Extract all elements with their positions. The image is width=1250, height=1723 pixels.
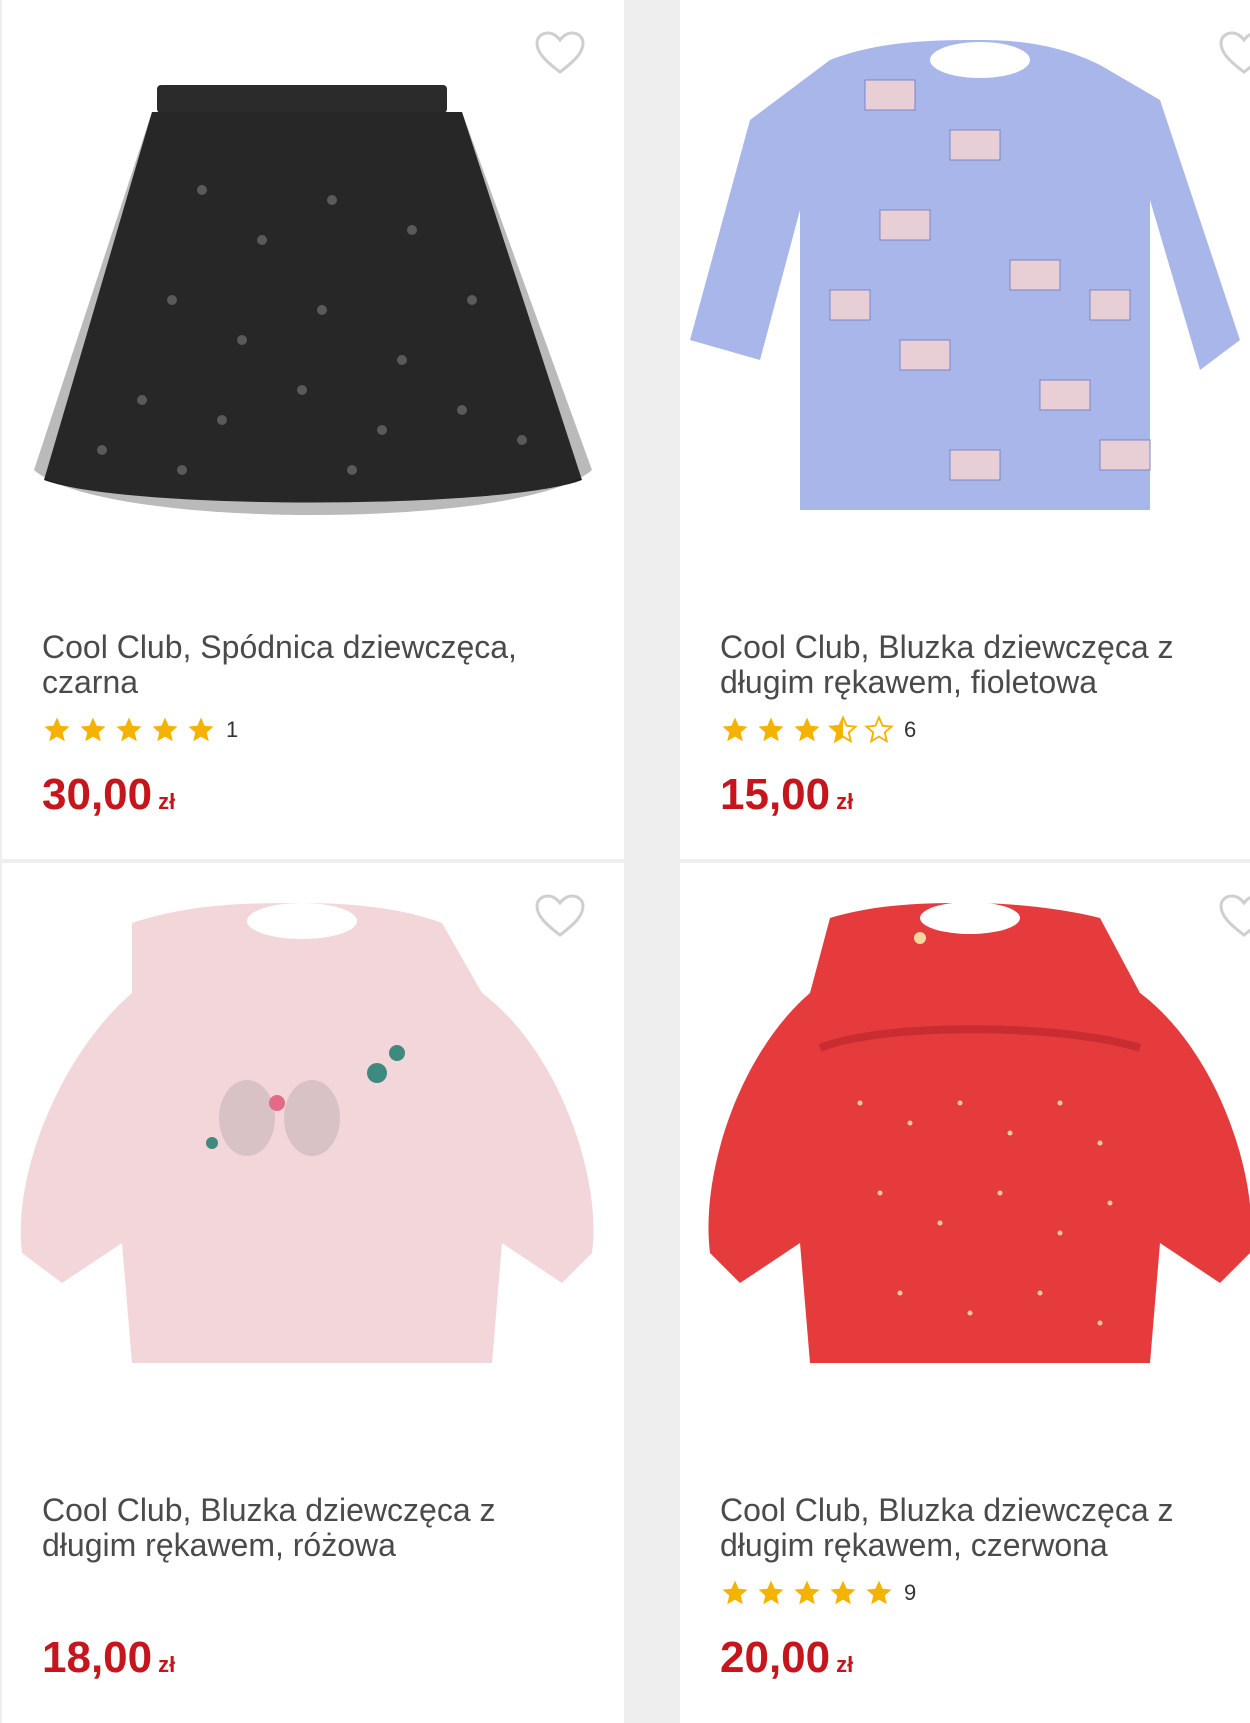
star-half-icon — [828, 715, 858, 744]
star-full-icon — [866, 1580, 892, 1605]
product-rating: 9 — [720, 1576, 916, 1610]
price-value: 30,00 — [42, 770, 153, 819]
pink-long-sleeve-blouse-image[interactable] — [2, 903, 624, 1423]
price-value: 20,00 — [720, 1633, 831, 1682]
star-full-icon — [116, 717, 142, 742]
red-long-sleeve-blouse-image[interactable] — [680, 903, 1250, 1423]
product-title[interactable]: Cool Club, Bluzka dziewczęca z długim rę… — [720, 630, 1250, 700]
product-price: 20,00 zł — [720, 1633, 853, 1683]
star-full-icon — [722, 1580, 748, 1605]
product-card[interactable]: Cool Club, Bluzka dziewczęca z długim rę… — [680, 863, 1250, 1723]
product-card[interactable]: Cool Club, Bluzka dziewczęca z długim rę… — [2, 863, 624, 1723]
rating-count: 9 — [904, 1580, 917, 1605]
rating-count: 6 — [904, 717, 917, 742]
rating-count: 1 — [226, 717, 239, 742]
price-currency: zł — [836, 1652, 854, 1677]
star-full-icon — [722, 717, 748, 742]
product-rating: 6 — [720, 713, 916, 747]
star-full-icon — [80, 717, 106, 742]
product-card[interactable]: Cool Club, Spódnica dziewczęca, czarna 1… — [2, 0, 624, 859]
star-full-icon — [794, 1580, 820, 1605]
product-price: 30,00 zł — [42, 770, 175, 820]
product-title[interactable]: Cool Club, Bluzka dziewczęca z długim rę… — [720, 1493, 1250, 1563]
product-price: 18,00 zł — [42, 1633, 175, 1683]
star-full-icon — [758, 1580, 784, 1605]
price-currency: zł — [836, 789, 854, 814]
star-empty-icon — [864, 715, 894, 744]
product-title[interactable]: Cool Club, Spódnica dziewczęca, czarna — [42, 630, 582, 700]
star-full-icon — [830, 1580, 856, 1605]
price-value: 15,00 — [720, 770, 831, 819]
star-full-icon — [188, 717, 214, 742]
star-full-icon — [152, 717, 178, 742]
star-full-icon — [794, 717, 820, 742]
black-tulle-skirt-image[interactable] — [2, 40, 624, 560]
star-full-icon — [44, 717, 70, 742]
product-title[interactable]: Cool Club, Bluzka dziewczęca z długim rę… — [42, 1493, 582, 1563]
price-currency: zł — [158, 1652, 176, 1677]
product-rating: 1 — [42, 713, 238, 747]
price-value: 18,00 — [42, 1633, 153, 1682]
price-currency: zł — [158, 789, 176, 814]
product-card[interactable]: Cool Club, Bluzka dziewczęca z długim rę… — [680, 0, 1250, 859]
product-price: 15,00 zł — [720, 770, 853, 820]
star-full-icon — [758, 717, 784, 742]
blue-long-sleeve-blouse-image[interactable] — [680, 40, 1250, 560]
